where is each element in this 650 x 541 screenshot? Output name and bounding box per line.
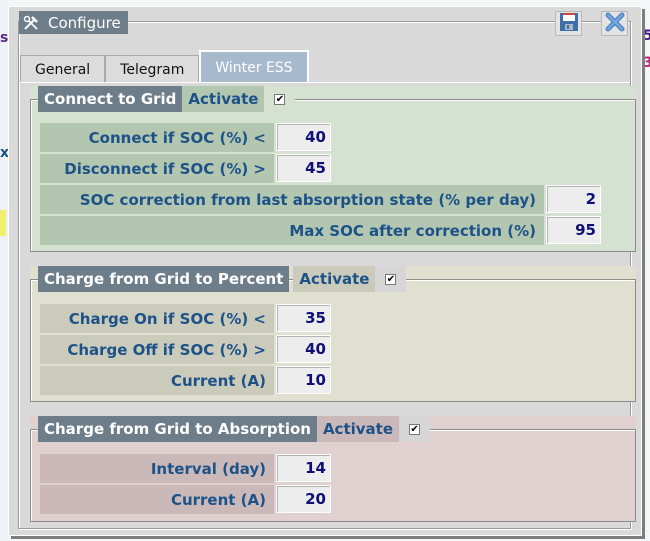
- activate-checkbox-wrap: ✔: [375, 266, 407, 292]
- section-header: Connect to Grid Activate ✔: [38, 86, 296, 112]
- setting-label: Charge On if SOC (%) <: [40, 304, 274, 333]
- section-connect-to-grid: Connect to Grid Activate ✔ Connect if SO…: [30, 86, 636, 252]
- setting-label: Current (A): [40, 366, 274, 395]
- setting-row: Charge On if SOC (%) < 35: [40, 304, 331, 333]
- section-title: Charge from Grid to Percent: [38, 266, 290, 292]
- section-charge-to-absorption: Charge from Grid to Absorption Activate …: [30, 416, 636, 522]
- section-title: Charge from Grid to Absorption: [38, 416, 317, 442]
- connect-soc-input[interactable]: 40: [276, 123, 331, 151]
- tools-icon: [22, 14, 40, 32]
- activate-label: Activate: [182, 86, 265, 112]
- tab-divider: [20, 82, 630, 83]
- setting-row: Max SOC after correction (%) 95: [40, 216, 601, 245]
- configure-dialog: Configure General Telegram Winter ESS Co…: [8, 6, 642, 536]
- background-fragment: 3: [643, 55, 650, 71]
- tab-bar: General Telegram Winter ESS: [20, 50, 309, 83]
- tab-general[interactable]: General: [20, 55, 106, 83]
- setting-label: Interval (day): [40, 454, 274, 483]
- setting-row: SOC correction from last absorption stat…: [40, 185, 601, 214]
- background-fragment: 5: [643, 28, 650, 44]
- save-button[interactable]: [555, 11, 582, 36]
- section-header: Charge from Grid to Absorption Activate …: [38, 416, 431, 442]
- floppy-disk-icon: [559, 12, 579, 36]
- close-button[interactable]: [601, 11, 628, 36]
- setting-label: Max SOC after correction (%): [40, 216, 544, 245]
- max-soc-input[interactable]: 95: [546, 216, 601, 244]
- activate-label: Activate: [293, 266, 376, 292]
- charge-off-soc-input[interactable]: 40: [276, 335, 331, 363]
- soc-correction-input[interactable]: 2: [546, 185, 601, 213]
- tab-winter-ess[interactable]: Winter ESS: [199, 50, 309, 83]
- tab-label: Winter ESS: [215, 59, 293, 76]
- disconnect-soc-input[interactable]: 45: [276, 154, 331, 182]
- section-title: Connect to Grid: [38, 86, 183, 112]
- tab-label: Telegram: [120, 61, 185, 78]
- tab-telegram[interactable]: Telegram: [105, 55, 200, 83]
- activate-checkbox[interactable]: ✔: [385, 273, 397, 285]
- activate-checkbox-wrap: ✔: [399, 416, 431, 442]
- setting-row: Disconnect if SOC (%) > 45: [40, 154, 331, 183]
- setting-row: Charge Off if SOC (%) > 40: [40, 335, 331, 364]
- setting-label: Connect if SOC (%) <: [40, 123, 274, 152]
- setting-label: Charge Off if SOC (%) >: [40, 335, 274, 364]
- close-x-icon: [604, 11, 626, 37]
- setting-row: Connect if SOC (%) < 40: [40, 123, 331, 152]
- section-header: Charge from Grid to Percent Activate ✔: [38, 266, 407, 292]
- tab-label: General: [35, 61, 91, 78]
- background-app: [0, 0, 8, 541]
- charge-current-input[interactable]: 10: [276, 366, 331, 394]
- dialog-title: Configure: [19, 11, 128, 34]
- activate-checkbox[interactable]: ✔: [274, 93, 286, 105]
- charge-on-soc-input[interactable]: 35: [276, 304, 331, 332]
- dialog-title-text: Configure: [48, 13, 121, 32]
- activate-checkbox[interactable]: ✔: [409, 423, 421, 435]
- section-charge-to-percent: Charge from Grid to Percent Activate ✔ C…: [30, 266, 636, 402]
- activate-checkbox-wrap: ✔: [264, 86, 296, 112]
- activate-label: Activate: [316, 416, 400, 442]
- absorption-current-input[interactable]: 20: [276, 485, 331, 513]
- setting-label: Disconnect if SOC (%) >: [40, 154, 274, 183]
- background-fragment: [0, 210, 6, 236]
- setting-row: Current (A) 20: [40, 485, 331, 514]
- interval-input[interactable]: 14: [276, 454, 331, 482]
- setting-row: Current (A) 10: [40, 366, 331, 395]
- setting-row: Interval (day) 14: [40, 454, 331, 483]
- setting-label: Current (A): [40, 485, 274, 514]
- setting-label: SOC correction from last absorption stat…: [40, 185, 544, 214]
